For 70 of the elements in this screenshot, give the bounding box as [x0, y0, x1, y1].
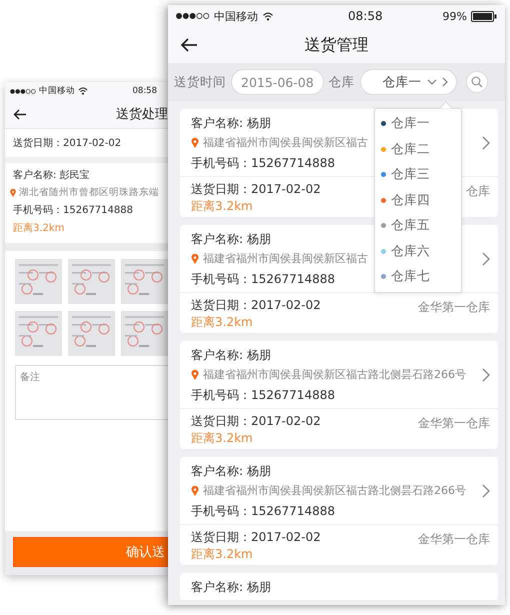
location-pin-icon — [191, 254, 199, 264]
warehouse-dropdown[interactable]: 仓库一 — [360, 69, 457, 95]
wifi-icon — [262, 12, 274, 20]
warehouse-name: 金华第一仓库 — [418, 415, 490, 432]
date-label: 送货时间 — [174, 74, 226, 90]
customer-address: 福建省福州市闽侯县闽侯新区福古路北侧昙石路266号 — [203, 367, 466, 383]
chevron-right-icon — [442, 77, 448, 87]
order-card[interactable]: 客户名称: 杨朋 — [180, 573, 498, 601]
menu-item[interactable]: 仓库四 — [375, 188, 461, 213]
delivery-date: 送货日期：2017-02-02 — [191, 297, 321, 314]
customer-name: 客户名称: 杨朋 — [191, 231, 271, 248]
customer-name: 客户名称: 杨朋 — [191, 579, 271, 596]
menu-item[interactable]: 仓库二 — [375, 136, 461, 162]
chevron-right-icon — [482, 136, 490, 150]
order-card[interactable]: 客户名称: 杨朋 福建省福州市闽侯县闽侯新区福古路北侧昙石路266号 手机号码：15267714888 送货日期：2017-02-02 距离3.2km 金华第一仓库 — [180, 341, 498, 449]
customer-address: 福建省福州市闽侯县闽侯新区福古路北侧昙石路266号 — [203, 483, 466, 499]
search-icon — [470, 76, 483, 88]
menu-item[interactable]: 仓库一 — [375, 111, 461, 136]
distance: 距离3.2km — [13, 222, 66, 235]
phone-number: 手机号码：15267714888 — [191, 387, 335, 404]
status-time: 08:58 — [132, 86, 157, 96]
delivery-date: 送货日期：2017-02-02 — [13, 138, 122, 149]
wifi-icon — [78, 87, 88, 95]
location-pin-icon — [191, 486, 199, 496]
distance: 距离3.2km — [191, 546, 253, 562]
phone-number: 手机号码：15267714888 — [13, 204, 134, 217]
delivery-date: 送货日期：2017-02-02 — [191, 181, 321, 198]
screen-title: 送货管理 — [304, 34, 368, 56]
warehouse-label: 仓库 — [328, 74, 355, 90]
chevron-right-icon — [482, 252, 490, 266]
date-field[interactable]: 2015-06-08 — [231, 69, 324, 95]
signal-icon — [10, 88, 36, 94]
distance: 距离3.2km — [191, 198, 253, 214]
phone-number: 手机号码：15267714888 — [191, 271, 335, 288]
warehouse-name: 仓库 — [466, 183, 490, 200]
search-button[interactable] — [466, 71, 488, 93]
menu-item[interactable]: 仓库七 — [375, 264, 461, 290]
customer-address: 福建省福州市闽侯县闽侯新区福古 — [203, 135, 368, 151]
status-time: 08:58 — [348, 9, 383, 23]
distance: 距离3.2km — [191, 314, 253, 330]
delivery-date: 送货日期：2017-02-02 — [191, 529, 321, 546]
phone-number: 手机号码：15267714888 — [191, 155, 335, 172]
customer-name: 客户名称: 彭民宝 — [13, 168, 91, 182]
distance: 距离3.2km — [191, 430, 253, 446]
back-arrow-icon[interactable] — [13, 108, 27, 120]
customer-address: 福建省福州市闽侯县闽侯新区福古 — [203, 251, 368, 267]
customer-name: 客户名称: 杨朋 — [191, 347, 271, 364]
battery-percent: 99% — [442, 10, 467, 22]
chevron-right-icon — [482, 484, 490, 498]
signal-icon — [176, 13, 210, 19]
delivery-date: 送货日期：2017-02-02 — [191, 413, 321, 430]
customer-name: 客户名称: 杨朋 — [191, 463, 271, 480]
warehouse-name: 金华第一仓库 — [418, 299, 490, 316]
customer-address: 湖北省随州市曾都区明珠路东端 — [19, 186, 159, 199]
warehouse-name: 金华第一仓库 — [418, 531, 490, 548]
location-pin-icon — [191, 370, 199, 380]
menu-item[interactable]: 仓库三 — [375, 162, 461, 188]
chevron-down-icon — [426, 79, 437, 85]
order-card[interactable]: 客户名称: 杨朋 福建省福州市闽侯县闽侯新区福古路北侧昙石路266号 手机号码：15267714888 送货日期：2017-02-02 距离3.2km 金华第一仓库 — [180, 457, 498, 565]
battery-icon — [471, 10, 497, 22]
phone-number: 手机号码：15267714888 — [191, 503, 335, 520]
back-arrow-icon[interactable] — [180, 38, 198, 52]
carrier-name: 中国移动 — [39, 85, 75, 97]
customer-name: 客户名称: 杨朋 — [191, 115, 271, 132]
chevron-right-icon — [482, 368, 490, 382]
carrier-name: 中国移动 — [214, 8, 258, 24]
location-pin-icon — [191, 138, 199, 148]
location-pin-icon — [10, 188, 16, 196]
menu-item[interactable]: 仓库六 — [375, 238, 461, 264]
screen-title: 送货处理 — [116, 106, 168, 123]
